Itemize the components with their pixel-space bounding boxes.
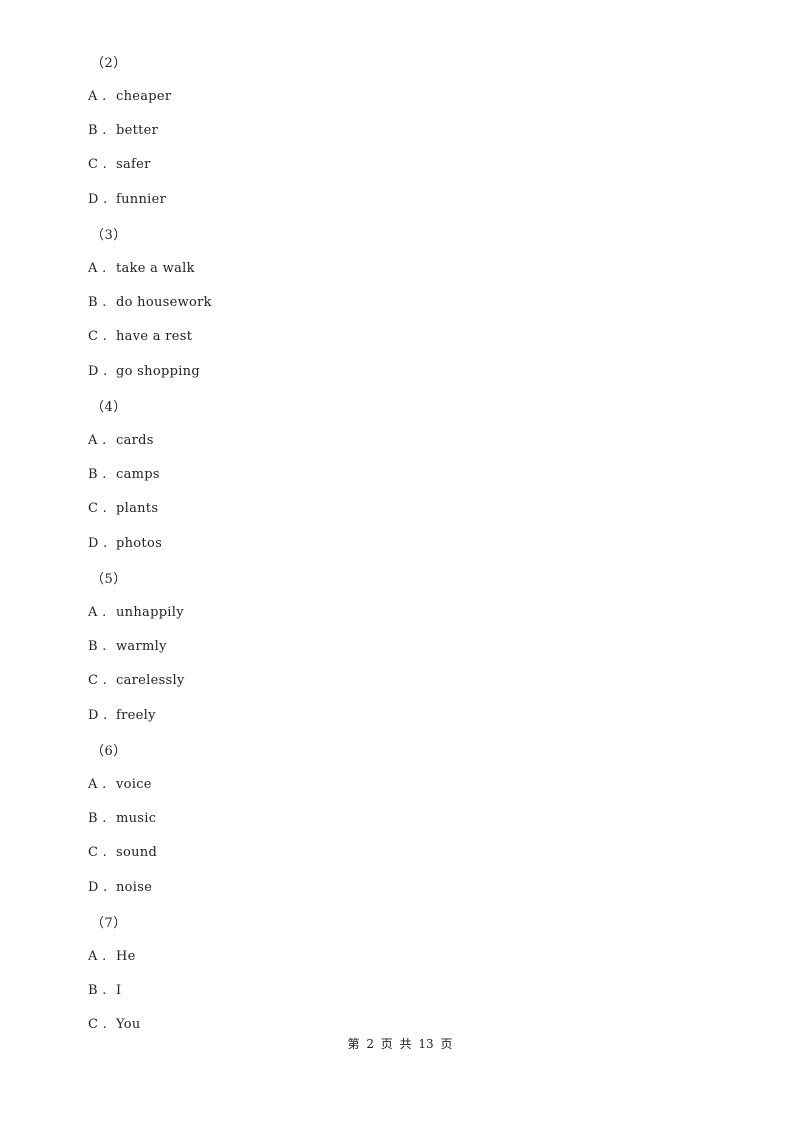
option-letter: B . xyxy=(88,983,107,998)
option-letter: A . xyxy=(88,89,107,104)
option-b[interactable]: B . warmly xyxy=(88,639,167,654)
option-text: have a rest xyxy=(116,329,193,344)
question-number: （2） xyxy=(91,56,127,71)
option-letter: D . xyxy=(88,192,108,207)
document-page: （2） A . cheaper B . better C . safer D . fun… xyxy=(0,0,800,1132)
option-c[interactable]: C . safer xyxy=(88,157,151,172)
option-a[interactable]: A . voice xyxy=(88,777,152,792)
option-d[interactable]: D . noise xyxy=(88,880,152,895)
option-letter: D . xyxy=(88,880,108,895)
page-footer: 第 2 页 共 13 页 xyxy=(347,1037,453,1051)
option-letter: A . xyxy=(88,433,107,448)
option-letter: B . xyxy=(88,811,107,826)
option-a[interactable]: A . take a walk xyxy=(88,261,195,276)
option-text: carelessly xyxy=(116,673,185,688)
option-text: unhappily xyxy=(116,605,184,620)
option-letter: C . xyxy=(88,845,108,860)
option-letter: C . xyxy=(88,1017,108,1032)
option-text: better xyxy=(116,123,159,138)
option-letter: A . xyxy=(88,949,107,964)
option-a[interactable]: A . cheaper xyxy=(88,89,171,104)
option-text: voice xyxy=(116,777,152,792)
option-c[interactable]: C . sound xyxy=(88,845,157,860)
option-c[interactable]: C . have a rest xyxy=(88,329,192,344)
option-b[interactable]: B . music xyxy=(88,811,156,826)
option-letter: A . xyxy=(88,777,107,792)
option-text: photos xyxy=(116,536,163,551)
option-b[interactable]: B . camps xyxy=(88,467,160,482)
question-number: （3） xyxy=(91,228,127,243)
question-number: （7） xyxy=(91,916,127,931)
option-letter: C . xyxy=(88,157,108,172)
option-a[interactable]: A . cards xyxy=(88,433,154,448)
option-text: go shopping xyxy=(116,364,200,379)
option-b[interactable]: B . I xyxy=(88,983,121,998)
option-text: funnier xyxy=(116,192,167,207)
option-a[interactable]: A . unhappily xyxy=(88,605,184,620)
option-text: camps xyxy=(116,467,160,482)
option-text: I xyxy=(116,983,122,998)
option-text: plants xyxy=(116,501,159,516)
option-d[interactable]: D . photos xyxy=(88,536,162,551)
question-number: （6） xyxy=(91,744,127,759)
option-text: safer xyxy=(116,157,151,172)
option-text: cards xyxy=(116,433,154,448)
option-letter: B . xyxy=(88,295,107,310)
option-letter: B . xyxy=(88,123,107,138)
option-c[interactable]: C . You xyxy=(88,1017,141,1032)
option-text: music xyxy=(116,811,157,826)
option-text: freely xyxy=(116,708,156,723)
option-text: take a walk xyxy=(116,261,195,276)
option-letter: B . xyxy=(88,639,107,654)
option-c[interactable]: C . carelessly xyxy=(88,673,185,688)
option-b[interactable]: B . better xyxy=(88,123,158,138)
option-text: You xyxy=(116,1017,141,1032)
option-d[interactable]: D . freely xyxy=(88,708,156,723)
option-letter: C . xyxy=(88,329,108,344)
option-text: sound xyxy=(116,845,158,860)
option-text: warmly xyxy=(116,639,167,654)
option-text: noise xyxy=(116,880,153,895)
option-letter: D . xyxy=(88,536,108,551)
option-letter: D . xyxy=(88,364,108,379)
option-letter: B . xyxy=(88,467,107,482)
question-number: （4） xyxy=(91,400,127,415)
question-number: （5） xyxy=(91,572,127,587)
option-text: cheaper xyxy=(116,89,172,104)
option-letter: D . xyxy=(88,708,108,723)
option-b[interactable]: B . do housework xyxy=(88,295,212,310)
option-letter: C . xyxy=(88,501,108,516)
option-a[interactable]: A . He xyxy=(88,949,136,964)
option-d[interactable]: D . funnier xyxy=(88,192,166,207)
option-d[interactable]: D . go shopping xyxy=(88,364,200,379)
option-letter: C . xyxy=(88,673,108,688)
option-text: He xyxy=(116,949,136,964)
option-letter: A . xyxy=(88,261,107,276)
option-text: do housework xyxy=(116,295,212,310)
option-letter: A . xyxy=(88,605,107,620)
option-c[interactable]: C . plants xyxy=(88,501,158,516)
